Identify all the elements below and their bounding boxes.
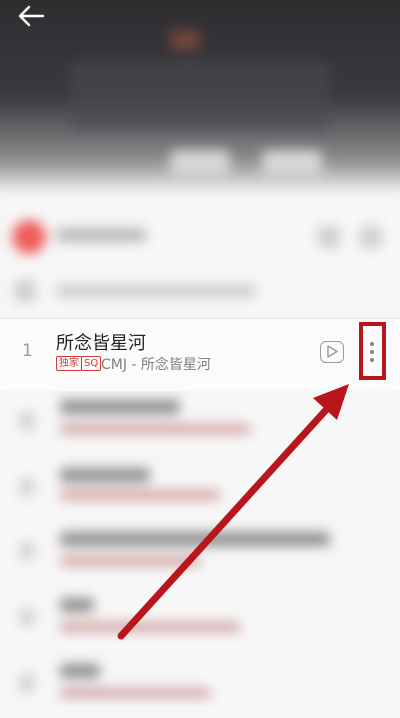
annotation-arrow <box>117 384 349 640</box>
